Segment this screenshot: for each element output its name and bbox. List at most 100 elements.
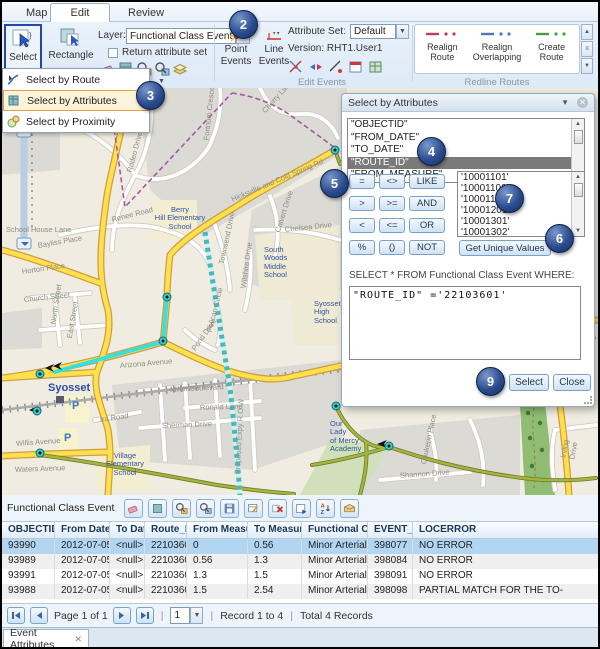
ribbon-scroll-up[interactable]: ▲ xyxy=(581,24,593,40)
value-item[interactable]: '10001101' xyxy=(458,172,584,183)
operator-notequals-button[interactable]: <> xyxy=(379,174,405,189)
operator-equals-button[interactable]: = xyxy=(349,174,375,189)
column-header[interactable]: From Measure xyxy=(187,522,248,538)
cell: <null> xyxy=(110,569,145,584)
callout-6: 6 xyxy=(545,224,574,253)
rectangle-button[interactable]: Rectangle xyxy=(48,26,94,70)
realign-route-icon xyxy=(425,29,459,39)
field-item-selected[interactable]: "ROUTE_ID" xyxy=(348,157,584,170)
delete-event-button[interactable] xyxy=(268,499,287,518)
tab-review[interactable]: Review xyxy=(114,4,178,22)
pan-selected-icon xyxy=(199,502,212,515)
operator-percent-button[interactable]: % xyxy=(349,240,375,255)
field-item[interactable]: "FROM_DATE" xyxy=(348,132,584,145)
dialog-menu-caret-icon[interactable]: ▼ xyxy=(561,98,569,107)
operator-or-button[interactable]: OR xyxy=(409,218,445,233)
operator-not-button[interactable]: NOT xyxy=(409,240,445,255)
menu-item-select-by-proximity[interactable]: Select by Proximity xyxy=(3,111,149,132)
column-header[interactable]: From Date xyxy=(55,522,110,538)
cell: 93988 xyxy=(2,584,55,599)
edit-attributes-button[interactable] xyxy=(244,499,263,518)
page-number-combobox[interactable]: 1 xyxy=(170,607,190,624)
column-header[interactable]: EVENT_ID xyxy=(368,522,413,538)
cell: Minor Arterial xyxy=(302,584,368,599)
operator-lt-button[interactable]: < xyxy=(349,218,375,233)
menu-item-select-by-route[interactable]: Select by Route xyxy=(3,69,149,90)
layers-icon[interactable] xyxy=(172,61,188,77)
query-textarea[interactable]: "ROUTE_ID" ='22103601' xyxy=(349,286,581,360)
ribbon-scroll-down[interactable]: ▼ xyxy=(581,58,593,74)
first-page-button[interactable] xyxy=(7,607,25,624)
open-in-table-button[interactable] xyxy=(292,499,311,518)
page-number-caret[interactable]: ▼ xyxy=(190,607,203,624)
operator-gte-button[interactable]: >= xyxy=(379,196,405,211)
operator-gt-button[interactable]: > xyxy=(349,196,375,211)
event-panel-icon[interactable] xyxy=(348,59,364,75)
merge-events-icon[interactable] xyxy=(308,59,324,75)
operator-lte-button[interactable]: <= xyxy=(379,218,405,233)
realign-route-button[interactable]: Realign Route xyxy=(415,29,470,73)
select-button[interactable]: } Select xyxy=(4,24,42,70)
line-events-button[interactable]: Line Events xyxy=(256,28,292,74)
clear-selection-button[interactable] xyxy=(124,499,143,518)
cell: 0.56 xyxy=(187,554,248,569)
menu-item-select-by-attributes[interactable]: Select by Attributes xyxy=(3,90,149,111)
dialog-titlebar[interactable]: Select by Attributes ▼ ✕ xyxy=(342,94,594,112)
dialog-close-button[interactable]: Close xyxy=(553,374,591,391)
get-unique-values-button[interactable]: Get Unique Values xyxy=(459,240,551,256)
tab-edit[interactable]: Edit xyxy=(50,3,110,22)
column-header[interactable]: To Date xyxy=(110,522,145,538)
pan-to-selected-button[interactable] xyxy=(196,499,215,518)
delete-icon xyxy=(271,502,284,515)
return-attribute-set-checkbox[interactable] xyxy=(108,48,118,58)
column-header[interactable]: OBJECTID xyxy=(2,522,55,538)
split-event-icon[interactable] xyxy=(288,59,304,75)
save-edits-button[interactable] xyxy=(220,499,239,518)
cell: 1.3 xyxy=(187,569,248,584)
field-item[interactable]: "OBJECTID" xyxy=(348,119,584,132)
tab-close-icon[interactable]: ✕ xyxy=(74,634,82,645)
column-header[interactable]: LOCERROR xyxy=(413,522,598,538)
operator-parens-button[interactable]: () xyxy=(379,240,405,255)
next-page-button[interactable] xyxy=(113,607,131,624)
column-header[interactable]: To Measure xyxy=(248,522,302,538)
ribbon-scroll-thumb[interactable]: ≡ xyxy=(581,41,593,57)
cell: <null> xyxy=(110,554,145,569)
dialog-resize-grip[interactable] xyxy=(584,396,592,404)
column-header[interactable]: Route_ID xyxy=(145,522,187,538)
field-item[interactable]: "TO_DATE" xyxy=(348,144,584,157)
dialog-close-icon[interactable]: ✕ xyxy=(577,97,588,108)
table-row[interactable]: 93989 2012-07-05 <null> 22103601 0.56 1.… xyxy=(2,554,598,569)
attribute-set-caret[interactable]: ▼ xyxy=(396,24,409,39)
cell: Minor Arterial xyxy=(302,554,368,569)
event-grid-icon[interactable] xyxy=(368,59,384,75)
realign-overlapping-button[interactable]: Realign Overlapping xyxy=(470,29,525,73)
zoom-to-selected-button[interactable] xyxy=(172,499,191,518)
attribute-set-combobox[interactable]: Default xyxy=(350,24,396,39)
switch-selection-button[interactable] xyxy=(148,499,167,518)
table-row[interactable]: 93988 2012-07-05 <null> 22103601 1.5 2.5… xyxy=(2,584,598,599)
operator-like-button[interactable]: LIKE xyxy=(409,174,445,189)
version-label: Version: RHT1.User1 xyxy=(288,43,382,54)
cell: NO ERROR xyxy=(413,554,598,569)
column-header[interactable]: Functional Class xyxy=(302,522,368,538)
realign-overlapping-label: Realign Overlapping xyxy=(473,42,522,63)
prev-page-button[interactable] xyxy=(30,607,48,624)
event-attributes-tab[interactable]: Event Attributes ✕ xyxy=(3,629,89,647)
export-button[interactable] xyxy=(340,499,359,518)
create-route-button[interactable]: Create Route xyxy=(524,29,579,73)
school-label-south-woods: South Woods Middle School xyxy=(264,246,300,279)
cell: 1.5 xyxy=(187,584,248,599)
table-row-selected[interactable]: 93990 2012-07-05 <null> 22103601 0 0.56 … xyxy=(2,539,598,554)
last-page-button[interactable] xyxy=(136,607,154,624)
cell: 2012-07-05 xyxy=(55,539,110,554)
sort-button[interactable]: AZ xyxy=(316,499,335,518)
cell: NO ERROR xyxy=(413,539,598,554)
pan-to-selection-icon[interactable] xyxy=(154,61,170,77)
values-scrollbar[interactable]: ▲▼ xyxy=(571,172,584,236)
parking-icon: P xyxy=(72,400,79,412)
table-row[interactable]: 93991 2012-07-05 <null> 22103601 1.3 1.5… xyxy=(2,569,598,584)
trim-event-icon[interactable] xyxy=(328,59,344,75)
operator-and-button[interactable]: AND xyxy=(409,196,445,211)
dialog-select-button[interactable]: Select xyxy=(509,374,549,391)
